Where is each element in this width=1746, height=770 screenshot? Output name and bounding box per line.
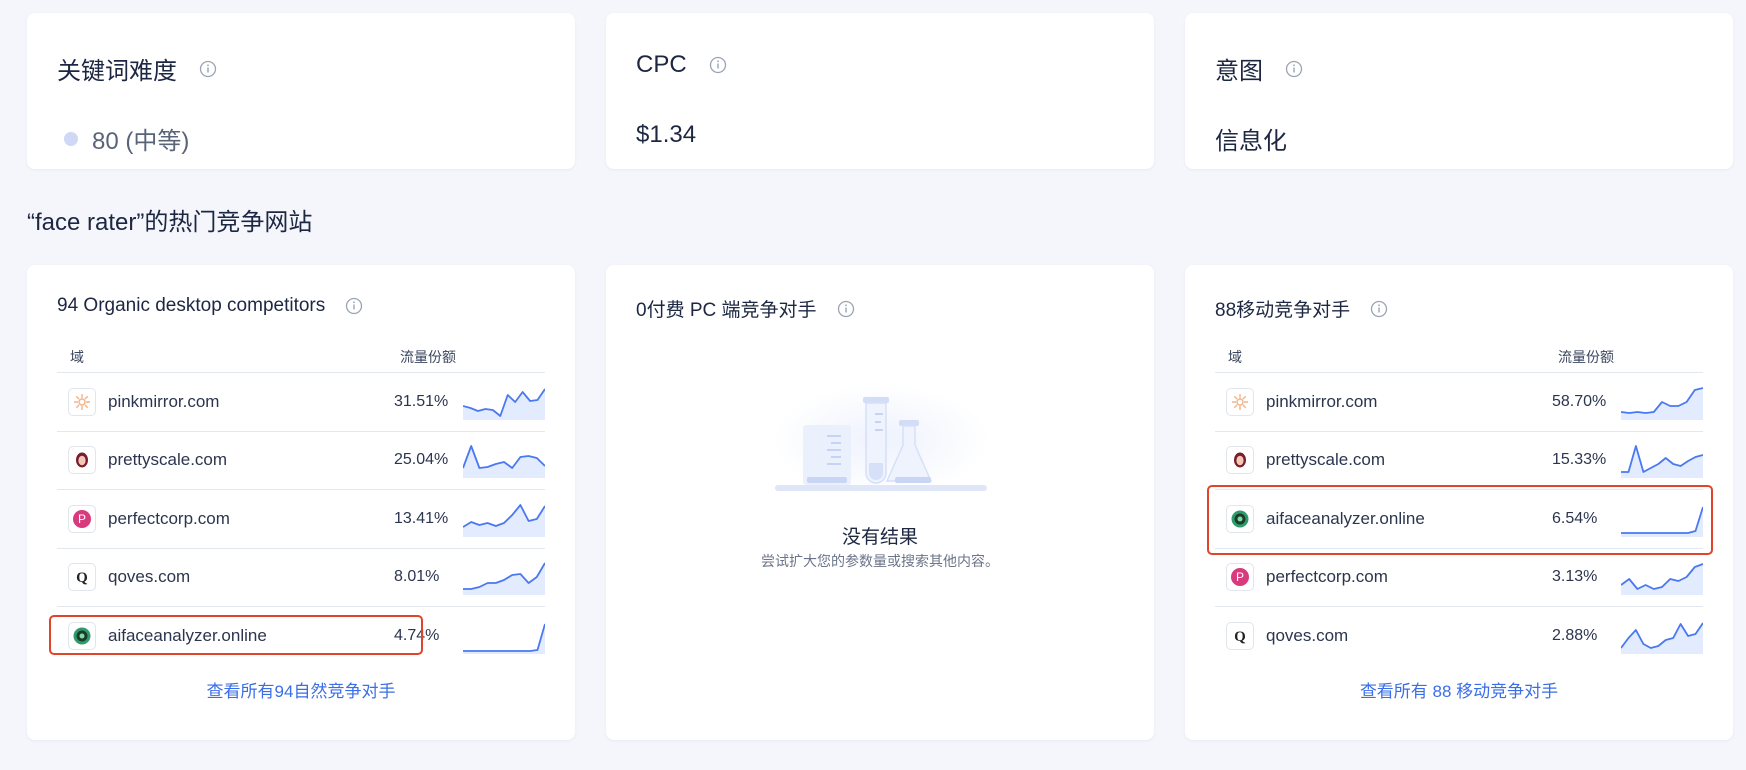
mobile-competitors-card: 88移动竞争对手 域 流量份额 pinkmirror.com 58.70% pret… [1185, 265, 1733, 740]
table-row[interactable]: Qqoves.com 2.88% [1215, 607, 1704, 666]
cpc-title: CPC [636, 51, 687, 78]
table-row[interactable]: Qqoves.com 8.01% [57, 549, 546, 607]
aifaceanalyzer-favicon-icon [1226, 504, 1254, 533]
intent-value: 信息化 [1215, 128, 1287, 155]
info-icon[interactable] [1285, 60, 1303, 78]
perfectcorp-favicon-icon: P [68, 504, 96, 533]
prettyscale-favicon-icon [68, 446, 96, 475]
domain-link[interactable]: qoves.com [108, 567, 394, 587]
traffic-share-value: 2.88% [1551, 627, 1598, 645]
svg-text:Q: Q [76, 570, 88, 586]
info-icon[interactable] [709, 56, 727, 74]
domain-link[interactable]: prettyscale.com [1266, 450, 1552, 470]
cpc-value: $1.34 [636, 121, 697, 148]
info-icon[interactable] [199, 60, 217, 78]
table-row[interactable]: prettyscale.com 25.04% [57, 432, 546, 490]
info-icon[interactable] [345, 297, 363, 315]
domain-link[interactable]: pinkmirror.com [1266, 392, 1552, 412]
kd-title: 关键词难度 [57, 58, 177, 85]
traffic-sparkline [1620, 618, 1704, 655]
domain-link[interactable]: aifaceanalyzer.online [108, 626, 394, 646]
svg-text:Q: Q [1234, 629, 1246, 645]
column-domain: 域 [70, 348, 84, 365]
table-row[interactable]: Pperfectcorp.com 3.13% [1215, 549, 1704, 607]
traffic-sparkline [1620, 559, 1704, 596]
paid-competitors-card: 0付费 PC 端竞争对手 没有结果 尝试扩大您的参数量或搜索其他内容。 [606, 265, 1154, 740]
empty-state-lab-icon [771, 385, 991, 505]
pinkmirror-favicon-icon [68, 387, 96, 416]
organic-title: 94 Organic desktop competitors [57, 295, 326, 316]
column-domain: 域 [1228, 348, 1242, 365]
empty-state-subtitle: 尝试扩大您的参数量或搜索其他内容。 [761, 553, 999, 569]
cpc-card: CPC $1.34 [606, 13, 1154, 169]
traffic-sparkline [463, 559, 546, 596]
traffic-share-value: 25.04% [393, 451, 449, 469]
info-icon[interactable] [1370, 300, 1388, 318]
traffic-share-value: 31.51% [393, 392, 449, 410]
traffic-sparkline [1620, 384, 1704, 420]
svg-text:P: P [78, 512, 86, 526]
traffic-sparkline [462, 501, 546, 537]
traffic-sparkline [1621, 442, 1704, 479]
domain-link[interactable]: pinkmirror.com [108, 392, 394, 412]
view-all-mobile-link[interactable]: 查看所有 88 移动竞争对手 [1185, 677, 1733, 702]
perfectcorp-favicon-icon: P [1226, 563, 1254, 592]
difficulty-dot-icon [64, 131, 78, 146]
traffic-sparkline [1621, 501, 1704, 537]
traffic-share-value: 15.33% [1551, 451, 1607, 469]
table-row[interactable]: prettyscale.com 15.33% [1215, 432, 1704, 490]
paid-title: 0付费 PC 端竞争对手 [636, 300, 817, 321]
table-header: 域 流量份额 [1215, 341, 1703, 373]
traffic-share-value: 13.41% [393, 509, 449, 527]
intent-card: 意图 信息化 [1185, 13, 1733, 169]
table-row[interactable]: Pperfectcorp.com 13.41% [57, 490, 546, 549]
pinkmirror-favicon-icon [1226, 387, 1254, 416]
domain-link[interactable]: aifaceanalyzer.online [1266, 509, 1552, 529]
table-header: 域 流量份额 [57, 341, 545, 373]
traffic-share-value: 3.13% [1551, 568, 1598, 586]
column-traffic-share: 流量份额 [400, 348, 456, 365]
traffic-share-value: 58.70% [1551, 392, 1607, 410]
domain-link[interactable]: qoves.com [1266, 626, 1552, 646]
traffic-sparkline [462, 442, 546, 479]
traffic-share-value: 6.54% [1551, 509, 1598, 527]
domain-link[interactable]: prettyscale.com [108, 450, 394, 470]
svg-text:P: P [1236, 570, 1244, 584]
mobile-table: 域 流量份额 pinkmirror.com 58.70% prettyscale.c… [1215, 341, 1704, 666]
column-traffic-share: 流量份额 [1558, 348, 1614, 365]
organic-table: 域 流量份额 pinkmirror.com 31.51% prettyscale.c… [57, 341, 546, 666]
traffic-sparkline [463, 618, 546, 655]
table-row[interactable]: pinkmirror.com 58.70% [1215, 373, 1704, 432]
table-row[interactable]: pinkmirror.com 31.51% [57, 373, 546, 432]
traffic-sparkline [462, 384, 546, 420]
table-row[interactable]: aifaceanalyzer.online 6.54% [1215, 490, 1704, 549]
domain-link[interactable]: perfectcorp.com [1266, 567, 1552, 587]
section-heading: “face rater”的热门竞争网站 [27, 209, 313, 236]
traffic-share-value: 8.01% [393, 568, 440, 586]
organic-competitors-card: 94 Organic desktop competitors 域 流量份额 pi… [27, 265, 575, 740]
empty-state-title: 没有结果 [841, 527, 918, 548]
intent-title: 意图 [1215, 58, 1263, 85]
view-all-organic-link[interactable]: 查看所有94自然竞争对手 [27, 677, 575, 702]
keyword-difficulty-card: 关键词难度 80 (中等) [27, 13, 575, 169]
aifaceanalyzer-favicon-icon [68, 622, 96, 651]
prettyscale-favicon-icon [1226, 446, 1254, 475]
kd-value: 80 (中等) [92, 128, 190, 155]
qoves-favicon-icon: Q [68, 563, 96, 592]
table-row[interactable]: aifaceanalyzer.online 4.74% [57, 607, 546, 666]
qoves-favicon-icon: Q [1226, 622, 1254, 651]
mobile-title: 88移动竞争对手 [1215, 300, 1351, 321]
domain-link[interactable]: perfectcorp.com [108, 509, 394, 529]
info-icon[interactable] [837, 300, 855, 318]
traffic-share-value: 4.74% [393, 627, 440, 645]
